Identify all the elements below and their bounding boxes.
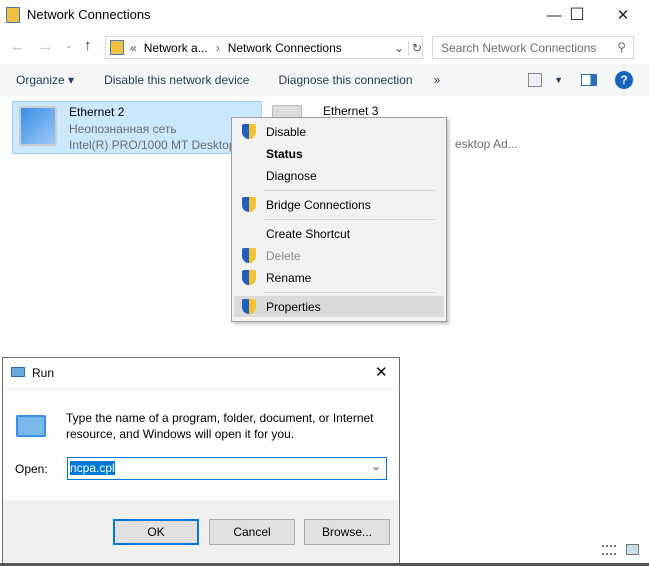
menu-separator [264, 190, 436, 191]
forward-icon[interactable]: → [38, 38, 53, 55]
menu-item-label: Diagnose [266, 168, 317, 183]
run-icon [11, 367, 25, 377]
run-title: Run [32, 366, 55, 380]
search-icon: ⚲ [617, 40, 626, 54]
connection-device: esktop Ad... [455, 137, 518, 151]
menu-item-label: Delete [266, 248, 301, 263]
dropdown-chevron-icon[interactable]: ⌄ [394, 41, 404, 55]
command-bar: Organize ▾ Disable this network device D… [0, 64, 649, 96]
connection-device: Intel(R) PRO/1000 MT Desktop [69, 138, 236, 152]
maximize-button[interactable]: ☐ [554, 0, 600, 30]
connection-name: Ethernet 3 [323, 104, 379, 118]
menu-item-label: Create Shortcut [266, 226, 351, 241]
context-menu: Disable Status Diagnose Bridge Connections C… [231, 117, 447, 322]
back-icon[interactable]: ← [10, 38, 25, 55]
address-bar[interactable]: « Network a... › Network Connections ⌄ ↻ [105, 36, 423, 59]
run-program-icon [16, 415, 46, 437]
connection-name: Ethernet 2 [69, 105, 125, 119]
run-dialog: Run ✕ Type the name of a program, folder… [2, 357, 400, 564]
network-adapter-icon [19, 106, 57, 146]
diagnose-button[interactable]: Diagnose this connection [278, 73, 412, 87]
combobox-chevron-icon[interactable]: ⌄ [371, 459, 381, 473]
menu-item-label: Properties [266, 299, 321, 314]
search-input[interactable]: Search Network Connections ⚲ [432, 36, 634, 59]
uac-shield-icon [242, 197, 256, 212]
view-chevron-icon[interactable]: ▼ [554, 75, 563, 85]
menu-item-disable[interactable]: Disable [234, 121, 444, 142]
view-options-icon[interactable] [528, 73, 543, 87]
app-icon [6, 7, 20, 23]
menu-item-bridge-connections[interactable]: Bridge Connections [234, 194, 444, 215]
menu-item-properties[interactable]: Properties [234, 296, 444, 317]
breadcrumb-overflow[interactable]: « [130, 41, 137, 55]
connection-ethernet-2[interactable]: Ethernet 2 Неопознанная сеть Intel(R) PR… [12, 101, 262, 154]
run-description: Type the name of a program, folder, docu… [66, 411, 374, 441]
recent-chevron-icon[interactable]: ⌄ [65, 40, 73, 51]
run-close-button[interactable]: ✕ [375, 363, 388, 381]
search-placeholder: Search Network Connections [441, 41, 597, 55]
browse-button[interactable]: Browse... [304, 519, 390, 545]
menu-item-diagnose[interactable]: Diagnose [234, 165, 444, 186]
details-view-icon[interactable] [602, 545, 616, 555]
uac-shield-icon [242, 248, 256, 263]
uac-shield-icon [242, 270, 256, 285]
breadcrumb-network-connections[interactable]: Network Connections [228, 41, 342, 55]
breadcrumb-separator[interactable]: › [216, 41, 220, 55]
window-title: Network Connections [27, 7, 151, 22]
menu-item-create-shortcut[interactable]: Create Shortcut [234, 223, 444, 244]
menu-item-rename[interactable]: Rename [234, 267, 444, 288]
ok-button[interactable]: OK [113, 519, 199, 545]
organize-button[interactable]: Organize ▾ [16, 73, 74, 87]
more-commands-button[interactable]: » [434, 73, 441, 87]
open-combobox[interactable]: ncpa.cpl ⌄ [67, 457, 387, 480]
large-icons-view-icon[interactable] [626, 544, 639, 555]
uac-shield-icon [242, 299, 256, 314]
cancel-button[interactable]: Cancel [209, 519, 295, 545]
location-icon [110, 40, 124, 55]
close-button[interactable]: ✕ [600, 0, 646, 30]
open-label: Open: [15, 462, 48, 476]
refresh-icon[interactable]: ↻ [408, 40, 422, 55]
menu-item-status[interactable]: Status [234, 143, 444, 164]
menu-item-label: Status [266, 146, 303, 161]
breadcrumb-network[interactable]: Network a... [144, 41, 208, 55]
disable-device-button[interactable]: Disable this network device [104, 73, 249, 87]
up-icon[interactable]: ↑ [84, 37, 92, 54]
menu-item-label: Disable [266, 124, 307, 139]
menu-item-label: Rename [266, 270, 312, 285]
preview-pane-icon[interactable] [581, 74, 597, 86]
connection-status: Неопознанная сеть [69, 122, 177, 136]
open-input-value[interactable]: ncpa.cpl [70, 461, 115, 475]
uac-shield-icon [242, 124, 256, 139]
menu-item-label: Bridge Connections [266, 197, 371, 212]
menu-item-delete: Delete [234, 245, 444, 266]
menu-separator [264, 219, 436, 220]
menu-separator [264, 292, 436, 293]
help-icon[interactable]: ? [615, 71, 633, 89]
